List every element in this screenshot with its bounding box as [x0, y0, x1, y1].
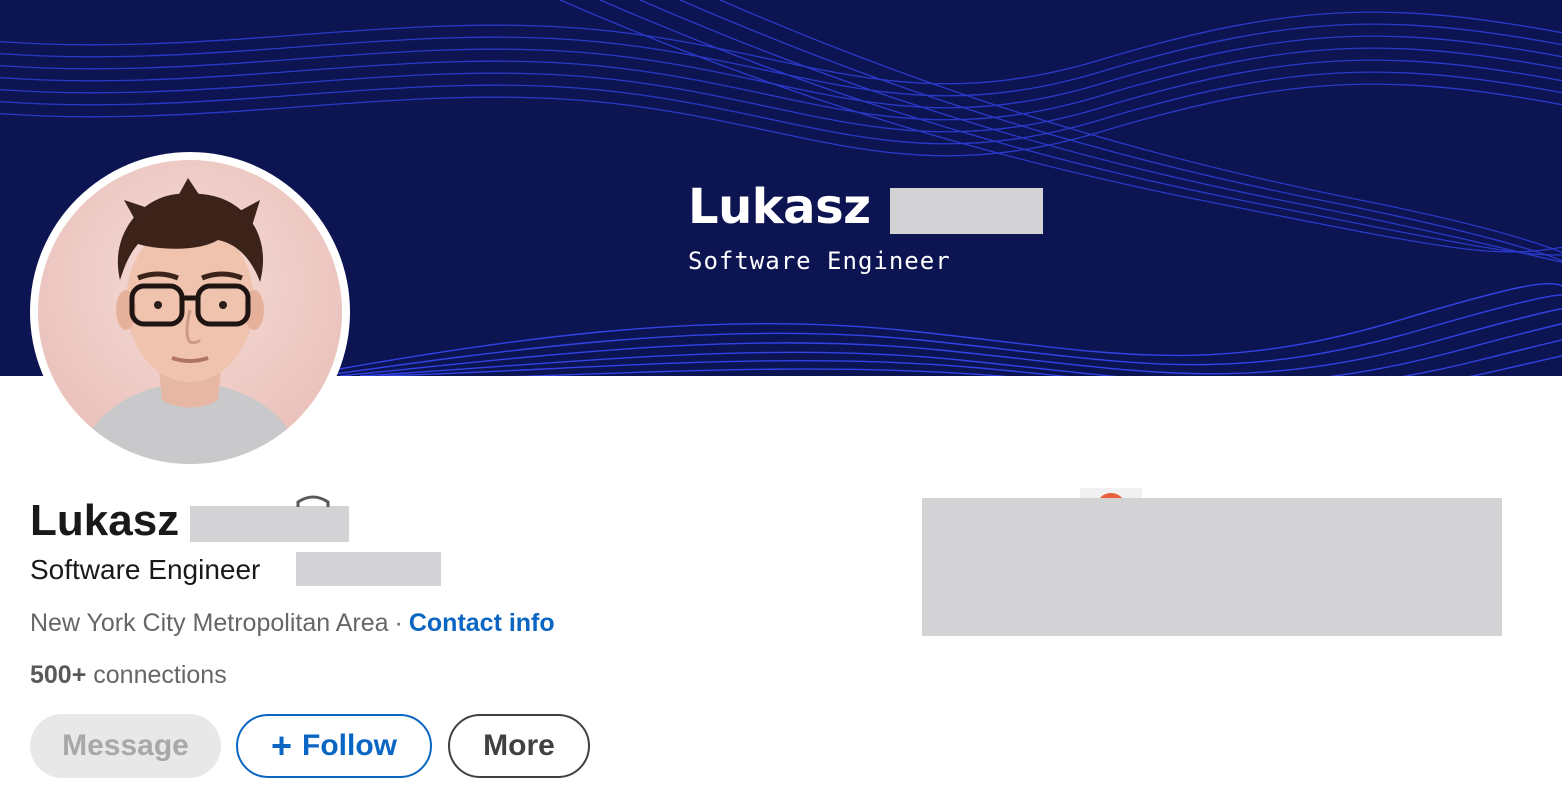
profile-headline: Software Engineer [30, 554, 261, 585]
profile-location: New York City Metropolitan Area [30, 609, 389, 637]
more-button-label: More [483, 729, 555, 762]
location-separator: · [394, 609, 403, 637]
profile-photo[interactable] [30, 152, 350, 472]
plus-icon: + [270, 725, 293, 766]
contact-info-link[interactable]: Contact info [409, 609, 555, 637]
name-redaction [190, 506, 349, 542]
avatar-image [38, 160, 342, 464]
message-button-label: Message [62, 729, 189, 762]
profile-name-text: Lukasz [30, 496, 180, 545]
experience-redaction [922, 498, 1502, 636]
connections-count: 500+ [30, 661, 87, 689]
headline-redaction [296, 552, 441, 586]
banner-name: Lukasz [688, 179, 871, 235]
banner-name-redaction [890, 188, 1043, 234]
follow-button[interactable]: + Follow [236, 714, 432, 778]
connections-count-line[interactable]: 500+ connections [30, 656, 227, 694]
connections-label: connections [93, 661, 227, 689]
shield-badge-icon [296, 495, 330, 507]
more-button[interactable]: More [448, 714, 590, 778]
banner-title: Software Engineer [688, 247, 951, 275]
message-button[interactable]: Message [30, 714, 221, 778]
follow-button-label: Follow [302, 729, 397, 762]
profile-name: Lukasz [30, 492, 179, 550]
profile-location-line: New York City Metropolitan Area · Contact … [30, 604, 555, 642]
